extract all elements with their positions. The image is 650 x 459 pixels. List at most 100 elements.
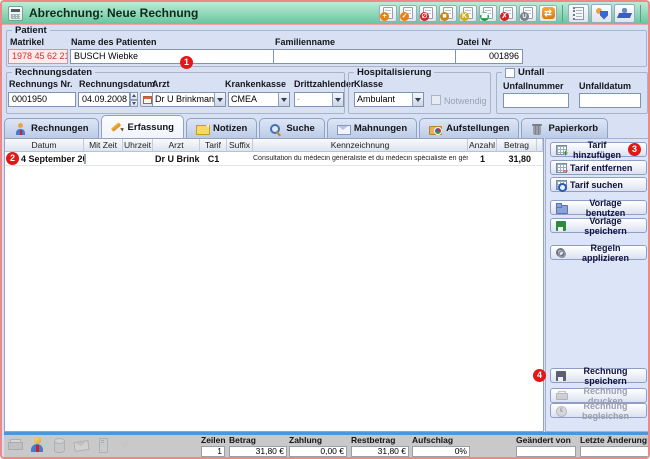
unfall-checkbox[interactable] [505,68,515,78]
tab-label: Aufstellungen [446,123,509,134]
tab-erfassung[interactable]: Erfassung [101,115,184,138]
unfalldatum-field[interactable] [579,93,641,108]
tarif-suchen-button[interactable]: Tarif suchen [550,177,647,192]
table-row[interactable]: 2 4 September 2008 Dr U Brinkma... C1 Co… [5,152,543,166]
patient-name-field[interactable]: BUSCH Wiebke [70,49,274,64]
zeilen-group: Zeilen 1 [201,436,225,457]
zahlung-value: 0,00 € [289,446,347,457]
drittzahlender-select[interactable]: - [294,92,344,107]
scanner-icon [618,7,632,19]
vorlage-speichern-button[interactable]: Vorlage speichern [550,218,647,233]
col-kennzeichnung[interactable]: Kennzeichnung [253,139,468,152]
zeilen-value: 1 [201,446,225,457]
doc-key-button[interactable] [459,5,477,22]
unfalldatum-label: Unfalldatum [579,81,631,91]
drittzahlender-label: Drittzahlender [294,79,355,89]
tab-mahnungen[interactable]: Mahnungen [327,118,417,138]
matrikel-label: Matrikel [10,37,44,47]
notwendig-label: Notwendig [444,96,487,106]
doc-check-button[interactable] [399,5,417,22]
col-betrag[interactable]: Betrag [497,139,537,152]
date-spinner[interactable] [130,92,138,107]
spinner-down-button[interactable] [130,100,138,108]
drittzahlender-value: - [295,93,332,106]
datei-nr-field[interactable]: 001896 [455,49,523,64]
col-suffix[interactable]: Suffix [227,139,253,152]
envelope-icon[interactable] [73,437,89,453]
klasse-select[interactable]: Ambulant [354,92,424,107]
notebook-button[interactable] [568,4,589,23]
matrikel-field[interactable]: 1978 45 62 211 [8,49,68,64]
unfallnummer-label: Unfallnummer [503,81,564,91]
toolbar-separator [562,5,563,22]
tab-label: Mahnungen [354,123,407,134]
notwendig-checkbox[interactable] [431,95,441,105]
unfall-label: Unfall [518,67,544,78]
rechnungs-nr-label: Rechnungs Nr. [9,79,73,89]
patient-shield-button[interactable] [591,4,612,23]
database-icon[interactable] [51,437,67,453]
tab-aufstellungen[interactable]: Aufstellungen [419,118,519,138]
arzt-select[interactable]: Dr U Brinkmann [152,92,226,107]
col-datum[interactable]: Datum [5,139,84,152]
patient-icon[interactable] [29,437,45,453]
tab-suche[interactable]: Suche [259,118,325,138]
col-tarif[interactable]: Tarif [200,139,227,152]
grid-minus-icon [556,163,566,173]
chevron-down-icon[interactable] [214,93,225,106]
rechnung-begleichen-button[interactable]: Rechnung begleichen [550,403,647,418]
scanner-button[interactable] [614,4,635,23]
printer-icon[interactable] [7,437,23,453]
doc-add-button[interactable] [379,5,397,22]
cell-tarif: C1 [200,154,227,164]
doc-trash-button[interactable] [519,5,537,22]
doc-cancel-button[interactable] [419,5,437,22]
cell-kennzeichnung: Consultation du médecin généraliste et d… [253,155,468,162]
send-icon[interactable] [117,437,133,453]
unfallnummer-field[interactable] [503,93,569,108]
currency-exchange-button[interactable]: ⇄ [539,5,557,22]
spinner-up-button[interactable] [130,92,138,100]
doc-delete-button[interactable] [499,5,517,22]
col-filler [537,139,543,152]
arzt-label: Arzt [152,79,170,89]
tab-rechnungen[interactable]: Rechnungen [4,118,99,138]
tarif-entfernen-button[interactable]: Tarif entfernen [550,160,647,175]
chevron-down-icon[interactable] [332,93,343,106]
mit-zeit-checkbox[interactable] [84,154,86,164]
content-area: Datum Mit Zeit Uhrzeit Arzt Tarif Suffix… [4,138,650,432]
button-label: Tarif hinzufügen [570,140,624,160]
chevron-down-icon[interactable] [278,93,289,106]
restbetrag-label: Restbetrag [351,436,409,445]
col-anzahl[interactable]: Anzahl [468,139,497,152]
tarif-hinzufuegen-button[interactable]: Tarif hinzufügen 3 [550,142,647,157]
col-uhrzeit[interactable]: Uhrzeit [123,139,153,152]
unfall-group: Unfall Unfallnummer Unfalldatum [496,72,648,114]
computer-icon[interactable] [95,437,111,453]
doc-lock-button[interactable] [439,5,457,22]
col-mit-zeit[interactable]: Mit Zeit [84,139,123,152]
familienname-field[interactable] [273,49,459,64]
klasse-label: Klasse [354,79,383,89]
gears-icon [556,248,566,258]
regeln-applizieren-button[interactable]: Regeln applizieren [550,245,647,260]
aufschlag-label: Aufschlag [412,436,470,445]
annotation-badge-3: 3 [628,143,641,156]
tab-papierkorb[interactable]: Papierkorb [521,118,608,138]
col-arzt[interactable]: Arzt [153,139,200,152]
rechnung-speichern-button[interactable]: Rechnung speichern [550,368,647,383]
betrag-label: Betrag [229,436,287,445]
rechnungsdatum-field[interactable]: 04.09.2008 [78,92,130,107]
doc-trash-icon [523,7,533,19]
tab-label: Rechnungen [31,123,89,134]
chevron-down-icon[interactable] [412,93,423,106]
button-label: Tarif suchen [570,180,623,190]
cell-datum: 4 September 2008 [21,154,84,164]
tab-notizen[interactable]: Notizen [186,118,257,138]
geaendert-von-label: Geändert von [516,436,576,445]
toolbar-separator [640,5,641,22]
vorlage-benutzen-button[interactable]: Vorlage benutzen [550,200,647,215]
krankenkasse-select[interactable]: CMEA [228,92,290,107]
rechnungs-nr-field[interactable]: 0001950 [8,92,76,107]
doc-phone-button[interactable] [479,5,497,22]
